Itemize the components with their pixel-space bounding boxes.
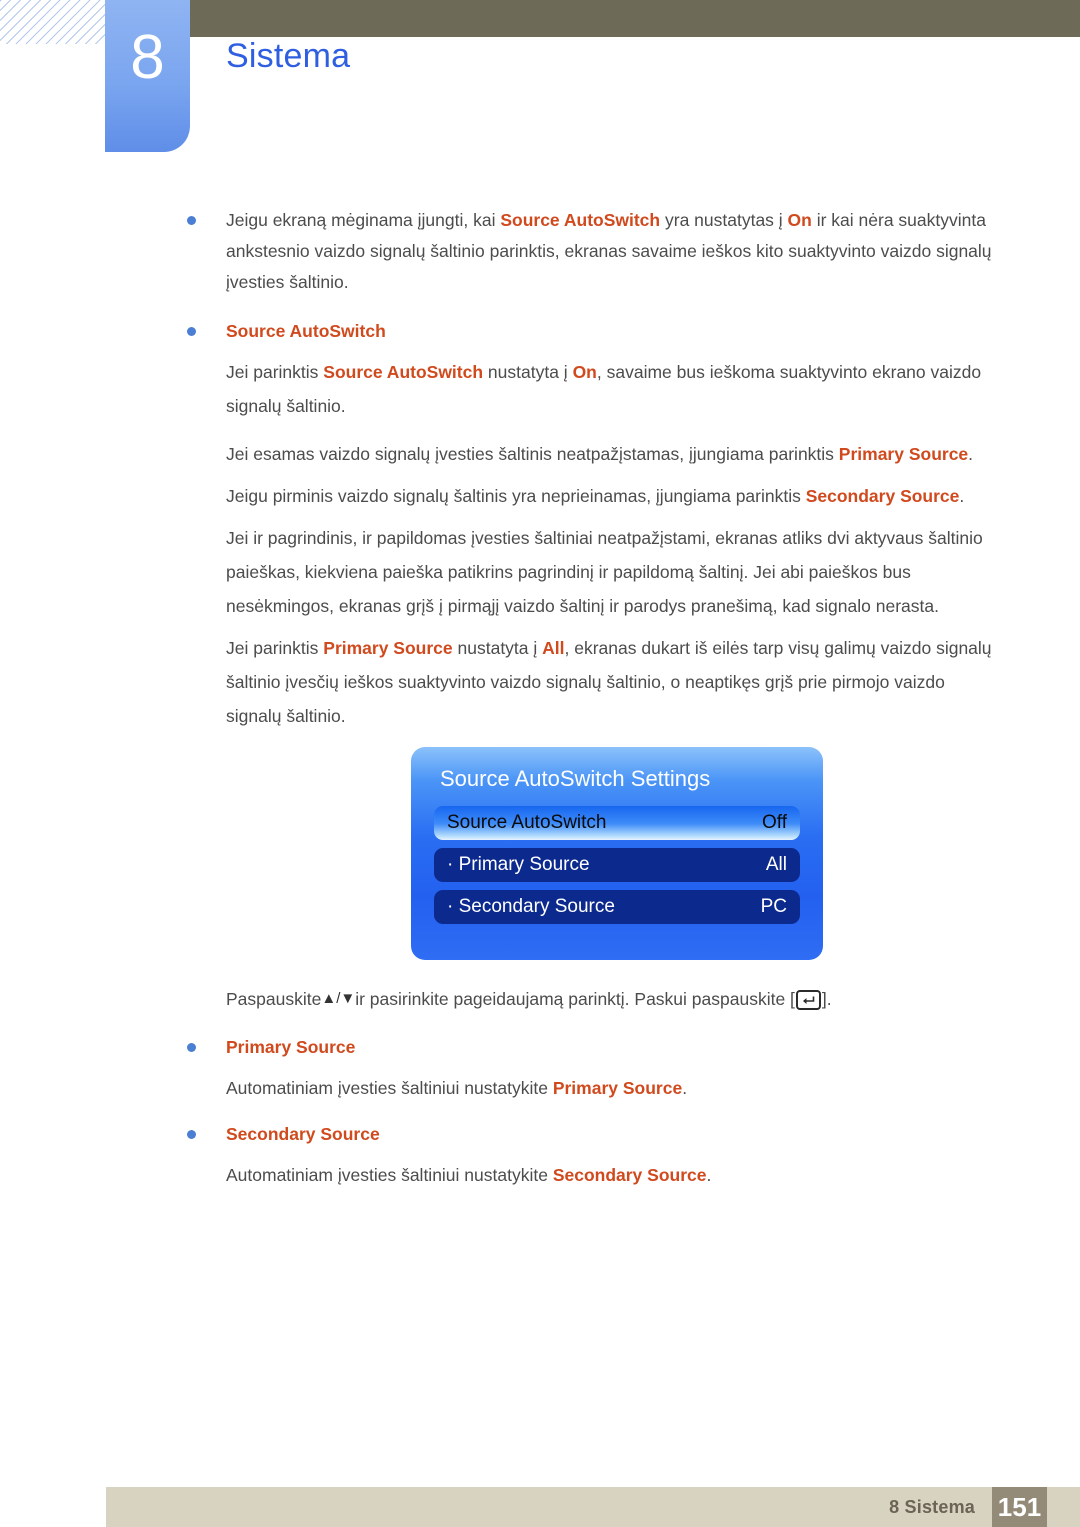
footer-page-number: 151 — [992, 1487, 1047, 1527]
arrow-up-icon: ▲ — [321, 990, 337, 1007]
osd-row-label: · Primary Source — [447, 854, 590, 875]
list-item: Primary Source — [0, 1032, 1080, 1063]
osd-row-label: Source AutoSwitch — [447, 812, 607, 833]
text-fragment: . — [959, 486, 965, 506]
highlight-primary-source: Primary Source — [552, 1078, 683, 1098]
text-fragment: Jei parinktis — [226, 362, 324, 382]
osd-row-value: PC — [760, 896, 787, 917]
section-heading-primary-source: Primary Source — [226, 1037, 356, 1057]
osd-title: Source AutoSwitch Settings — [440, 766, 711, 791]
text-fragment: nustatyta į — [452, 638, 543, 658]
text-fragment: Automatiniam įvesties šaltiniui nustatyk… — [226, 1165, 553, 1185]
osd-illustration: Source AutoSwitch Settings Source AutoSw… — [411, 747, 1080, 960]
paragraph-7: Automatiniam įvesties šaltiniui nustatyk… — [226, 1158, 996, 1192]
text-fragment: . — [968, 444, 974, 464]
paragraph-4: Jei ir pagrindinis, ir papildomas įvesti… — [226, 528, 983, 616]
text-fragment: nustatyta į — [483, 362, 573, 382]
paragraph-1: Jei parinktis Source AutoSwitch nustatyt… — [226, 355, 996, 423]
highlight-all: All — [542, 638, 565, 658]
osd-row-value: All — [765, 854, 787, 875]
highlight-secondary-source: Secondary Source — [552, 1165, 707, 1185]
osd-row-source-autoswitch[interactable]: Source AutoSwitch Off — [434, 806, 800, 840]
text-fragment: Jeigu ekraną mėginama įjungti, kai — [226, 210, 501, 230]
highlight-on: On — [572, 362, 597, 382]
list-item: Source AutoSwitch — [0, 316, 1080, 347]
osd-panel: Source AutoSwitch Settings Source AutoSw… — [411, 747, 823, 960]
chapter-number-tab: 8 — [105, 0, 190, 152]
bullet-dot-icon — [187, 1043, 196, 1052]
bullet-dot-icon — [187, 1130, 196, 1139]
text-fragment: Jeigu pirminis vaizdo signalų šaltinis y… — [226, 486, 806, 506]
page-content: Jeigu ekraną mėginama įjungti, kai Sourc… — [0, 205, 1080, 1192]
bullet-dot-icon — [187, 216, 196, 225]
osd-row-secondary-source[interactable]: · Secondary Source PC — [434, 890, 800, 924]
highlight-secondary-source: Secondary Source — [805, 486, 960, 506]
text-fragment: . — [706, 1165, 712, 1185]
press-instruction-line: Paspauskite ▲ / ▼ ir pasirinkite pageidauj… — [226, 984, 1080, 1014]
paragraph-6: Automatiniam įvesties šaltiniui nustatyk… — [226, 1071, 996, 1105]
text-fragment: Jei esamas vaizdo signalų įvesties šalti… — [226, 444, 839, 464]
list-item: Jeigu ekraną mėginama įjungti, kai Sourc… — [0, 205, 1080, 298]
section-heading-source-autoswitch: Source AutoSwitch — [226, 321, 386, 341]
highlight-source-autoswitch: Source AutoSwitch — [323, 362, 484, 382]
intro-bullet-text: Jeigu ekraną mėginama įjungti, kai Sourc… — [226, 205, 996, 298]
text-fragment: Jei parinktis — [226, 638, 324, 658]
enter-key-icon — [795, 990, 821, 1010]
text-fragment: Automatiniam įvesties šaltiniui nustatyk… — [226, 1078, 553, 1098]
highlight-primary-source: Primary Source — [838, 444, 969, 464]
footer-chapter-label: 8 Sistema — [889, 1497, 975, 1517]
bullet-dot-icon — [187, 327, 196, 336]
decorative-hatch-pattern — [0, 0, 106, 44]
osd-row-label: · Secondary Source — [447, 896, 615, 917]
paragraph-5: Jei parinktis Primary Source nustatyta į… — [226, 631, 996, 733]
header-olive-bar — [190, 0, 1080, 37]
osd-row-primary-source[interactable]: · Primary Source All — [434, 848, 800, 882]
paragraph-3: Jeigu pirminis vaizdo signalų šaltinis y… — [226, 479, 996, 513]
text-fragment: ]. — [821, 989, 832, 1009]
arrow-down-icon: ▼ — [340, 990, 356, 1007]
paragraph-2: Jei esamas vaizdo signalų įvesties šalti… — [226, 437, 996, 471]
highlight-primary-source: Primary Source — [323, 638, 453, 658]
text-fragment: ir pasirinkite pageidaujamą parinktį. Pa… — [355, 989, 795, 1009]
text-fragment: yra nustatytas į — [660, 210, 788, 230]
page-title: Sistema — [226, 37, 351, 75]
chapter-number: 8 — [130, 23, 165, 92]
list-item: Secondary Source — [0, 1119, 1080, 1150]
text-fragment: Paspauskite — [226, 989, 322, 1009]
highlight-on: On — [787, 210, 812, 230]
highlight-source-autoswitch: Source AutoSwitch — [500, 210, 661, 230]
osd-row-value: Off — [762, 812, 787, 833]
text-fragment: . — [682, 1078, 688, 1098]
section-heading-secondary-source: Secondary Source — [226, 1124, 380, 1144]
